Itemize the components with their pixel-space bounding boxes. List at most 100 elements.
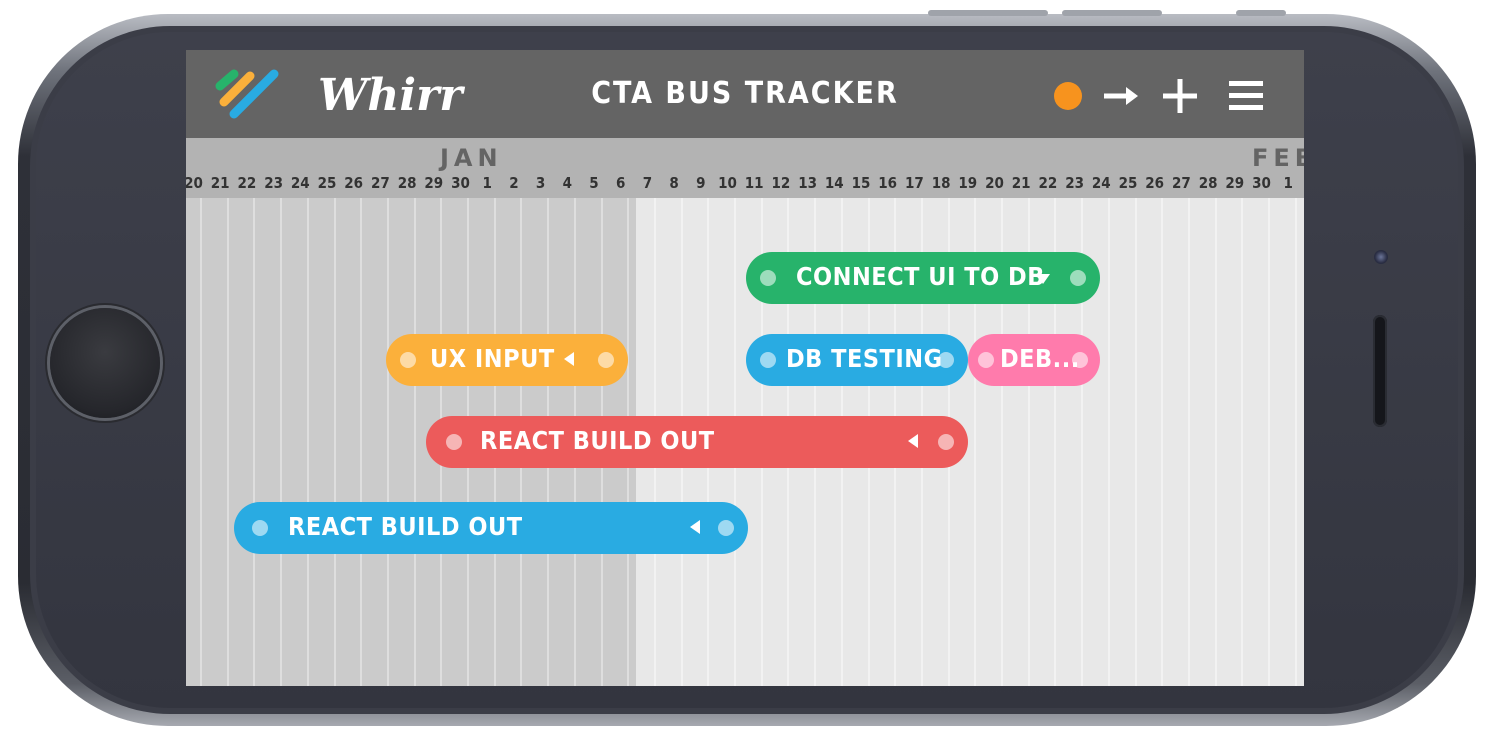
menu-icon[interactable]	[1226, 76, 1266, 116]
day-label: 6	[615, 174, 626, 192]
day-label: 30	[451, 174, 470, 192]
speaker-grille	[1373, 315, 1387, 427]
task-label: REACT BUILD OUT	[288, 512, 523, 541]
grid-line	[1214, 198, 1217, 686]
day-label: 21	[1011, 174, 1031, 192]
resize-handle-right[interactable]	[718, 520, 734, 536]
grid-line	[386, 198, 389, 686]
camera-icon	[1374, 250, 1388, 264]
status-dot[interactable]	[1054, 82, 1082, 110]
day-label: 30	[1252, 174, 1271, 192]
chevron-left-icon[interactable]	[564, 352, 574, 366]
grid-line	[306, 198, 309, 686]
chevron-left-icon[interactable]	[690, 520, 700, 534]
day-label: 1	[482, 174, 492, 192]
resize-handle-left[interactable]	[446, 434, 462, 450]
app-screen: Whirr CTA BUS TRACKER JAN FEB 2021222324…	[186, 50, 1304, 686]
day-label: 1	[1283, 174, 1293, 192]
day-label: 5	[589, 174, 599, 192]
day-label: 4	[562, 174, 572, 192]
day-label: 27	[371, 174, 390, 192]
task-label: DEB...	[1000, 344, 1080, 373]
app-header: Whirr CTA BUS TRACKER	[186, 50, 1304, 138]
day-label: 11	[744, 174, 764, 192]
day-label: 20	[186, 174, 203, 192]
task-label: UX INPUT	[430, 344, 555, 373]
task-bar[interactable]: CONNECT UI TO DB	[746, 252, 1100, 304]
day-label: 23	[264, 174, 283, 192]
arrow-right-icon[interactable]	[1100, 76, 1140, 116]
day-label: 24	[1091, 174, 1111, 192]
day-label: 25	[317, 174, 337, 192]
grid-line	[1294, 198, 1297, 686]
day-label: 28	[1198, 174, 1218, 192]
day-label: 24	[290, 174, 310, 192]
task-bar[interactable]: DB TESTING	[746, 334, 968, 386]
task-label: REACT BUILD OUT	[480, 426, 715, 455]
phone-side-button	[1236, 10, 1286, 16]
task-bar[interactable]: DEB...	[968, 334, 1100, 386]
resize-handle-left[interactable]	[400, 352, 416, 368]
resize-handle-right[interactable]	[598, 352, 614, 368]
resize-handle-right[interactable]	[938, 434, 954, 450]
resize-handle-left[interactable]	[760, 352, 776, 368]
day-label: 21	[210, 174, 230, 192]
month-label: JAN	[440, 144, 503, 172]
day-label: 25	[1118, 174, 1138, 192]
grid-line	[1241, 198, 1244, 686]
task-bar[interactable]: REACT BUILD OUT	[426, 416, 968, 468]
day-label: 26	[344, 174, 364, 192]
task-bar[interactable]: UX INPUT	[386, 334, 628, 386]
phone-side-button	[928, 10, 1048, 16]
chevron-left-icon[interactable]	[908, 434, 918, 448]
day-label: 9	[696, 174, 706, 192]
resize-handle-left[interactable]	[978, 352, 994, 368]
task-bar[interactable]: REACT BUILD OUT	[234, 502, 748, 554]
day-label: 3	[535, 174, 546, 192]
day-label: 19	[958, 174, 978, 192]
day-label: 14	[824, 174, 844, 192]
home-button[interactable]	[50, 308, 160, 418]
day-label: 18	[931, 174, 951, 192]
grid-line	[1268, 198, 1270, 686]
timeline-header: JAN FEB 20212223242526272829301234567891…	[186, 138, 1304, 198]
resize-handle-right[interactable]	[938, 352, 954, 368]
day-label: 7	[642, 174, 653, 192]
day-label: 27	[1172, 174, 1191, 192]
day-label: 22	[237, 174, 257, 192]
day-label: 2	[509, 174, 519, 192]
grid-line	[1187, 198, 1190, 686]
day-label: 20	[985, 174, 1004, 192]
day-label: 28	[397, 174, 417, 192]
grid-line	[200, 198, 202, 686]
grid-line	[1161, 198, 1164, 686]
day-label: 29	[1225, 174, 1245, 192]
grid-line	[253, 198, 256, 686]
day-label: 22	[1038, 174, 1058, 192]
day-label: 13	[798, 174, 817, 192]
grid-line	[413, 198, 416, 686]
day-label: 8	[669, 174, 679, 192]
day-label: 12	[771, 174, 791, 192]
day-label: 10	[718, 174, 737, 192]
grid-line	[333, 198, 336, 686]
grid-line	[226, 198, 229, 686]
resize-handle-left[interactable]	[760, 270, 776, 286]
resize-handle-right[interactable]	[1072, 352, 1088, 368]
grid-line	[280, 198, 283, 686]
month-label: FEB	[1252, 144, 1304, 172]
plus-icon[interactable]	[1160, 76, 1200, 116]
resize-handle-right[interactable]	[1070, 270, 1086, 286]
task-label: CONNECT UI TO DB	[796, 262, 1045, 291]
task-label: DB TESTING	[786, 344, 943, 373]
day-label: 16	[878, 174, 898, 192]
grid-line	[1134, 198, 1137, 686]
day-label: 15	[851, 174, 871, 192]
resize-handle-left[interactable]	[252, 520, 268, 536]
phone-side-button	[1062, 10, 1162, 16]
day-label: 29	[424, 174, 444, 192]
grid-line	[1107, 198, 1110, 686]
grid-line	[360, 198, 363, 686]
chevron-down-icon[interactable]	[1036, 274, 1050, 284]
day-label: 26	[1145, 174, 1165, 192]
